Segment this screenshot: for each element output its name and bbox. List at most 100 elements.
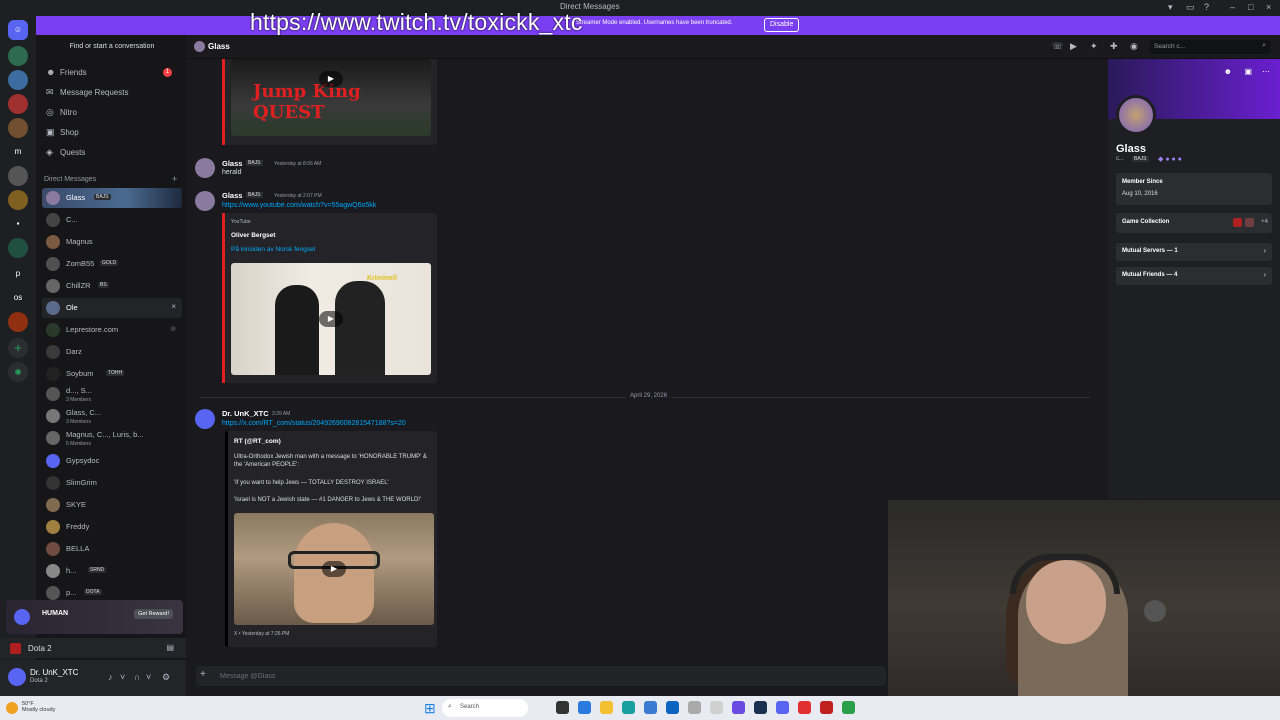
app-icon[interactable] xyxy=(644,701,657,714)
discover-icon[interactable]: ◉ xyxy=(8,362,28,382)
dm-item[interactable]: Glass BAJS xyxy=(42,188,182,208)
inbox-icon[interactable]: ▾ xyxy=(1168,2,1173,13)
chevron-down-icon[interactable]: ˅ xyxy=(146,672,151,682)
server-icon[interactable]: m xyxy=(8,142,28,162)
task-view-icon[interactable] xyxy=(556,701,569,714)
app-icon[interactable] xyxy=(842,701,855,714)
server-icon[interactable] xyxy=(8,118,28,138)
add-friend-icon[interactable]: ☻ xyxy=(1224,67,1232,76)
dm-item[interactable]: ZomB55 GOLD xyxy=(42,254,182,274)
start-icon[interactable]: ⊞ xyxy=(424,700,436,717)
app-icon[interactable] xyxy=(666,701,679,714)
dm-item[interactable]: SKYE xyxy=(42,495,182,515)
message-author[interactable]: Glass xyxy=(222,191,242,200)
server-icon[interactable] xyxy=(8,190,28,210)
message-author[interactable]: Glass xyxy=(222,159,242,168)
app-icon[interactable] xyxy=(710,701,723,714)
video-thumbnail[interactable]: Jump King QUEST ▶ xyxy=(231,59,431,136)
message-link[interactable]: https://www.youtube.com/watch?v=55agwQ6o… xyxy=(222,202,376,209)
weather-widget[interactable]: 50°F Mostly cloudy xyxy=(22,701,55,713)
dm-group-item[interactable]: Glass, C... 3 Members xyxy=(42,406,182,426)
search-input[interactable]: Search c... ⌕ xyxy=(1150,40,1270,54)
dm-item[interactable]: Gypsydoc xyxy=(42,451,182,471)
game-collection[interactable]: Game Collection +4 xyxy=(1116,213,1272,233)
nav-nitro[interactable]: ◎ Nitro xyxy=(44,104,182,122)
play-icon[interactable]: ▶ xyxy=(319,311,343,327)
embed-author[interactable]: Oliver Bergset xyxy=(231,232,275,239)
phone-icon[interactable]: ☏ xyxy=(1052,41,1063,52)
add-attachment-icon[interactable]: + xyxy=(200,669,206,680)
nav-quests[interactable]: ◈ Quests xyxy=(44,144,182,162)
activity-icon[interactable]: ▤ xyxy=(166,643,174,652)
play-icon[interactable]: ▶ xyxy=(322,561,346,577)
download-icon[interactable]: ▭ xyxy=(1186,2,1195,13)
edge-icon[interactable] xyxy=(622,701,635,714)
mutual-friends[interactable]: Mutual Friends — 4 › xyxy=(1116,267,1272,285)
server-icon[interactable] xyxy=(8,238,28,258)
taskbar-search[interactable]: ⌕ Search xyxy=(442,699,528,717)
dm-item[interactable]: Ole × xyxy=(42,298,182,318)
message-link[interactable]: https://x.com/RT_com/status/204926900828… xyxy=(222,420,406,427)
app-icon[interactable] xyxy=(578,701,591,714)
play-icon[interactable]: ▶ xyxy=(319,71,343,87)
discord-icon[interactable] xyxy=(776,701,789,714)
server-icon[interactable]: os xyxy=(8,288,28,308)
dm-group-item[interactable]: Magnus, C..., Luris, b... 5 Members xyxy=(42,428,182,448)
avatar[interactable] xyxy=(195,158,215,178)
avatar[interactable] xyxy=(195,191,215,211)
mutual-servers[interactable]: Mutual Servers — 1 › xyxy=(1116,243,1272,261)
embed-title[interactable]: På innsiden av Norsk fengsel xyxy=(231,246,315,253)
dm-item[interactable]: ChillZR BS xyxy=(42,276,182,296)
chevron-down-icon[interactable]: ˅ xyxy=(120,672,125,682)
gear-icon[interactable]: ⚙ xyxy=(162,672,170,683)
maximize-icon[interactable]: □ xyxy=(1248,2,1253,12)
help-icon[interactable]: ? xyxy=(1204,2,1209,12)
find-conversation-button[interactable]: Find or start a conversation xyxy=(42,40,182,54)
dm-home-icon[interactable]: ☺ xyxy=(8,20,28,40)
avatar[interactable] xyxy=(195,409,215,429)
get-reward-button[interactable]: Get Reward! xyxy=(134,609,173,619)
server-icon[interactable]: p xyxy=(8,264,28,284)
activity-bar[interactable]: Dota 2 ▤ xyxy=(0,638,186,658)
video-icon[interactable]: ▶ xyxy=(1070,41,1077,52)
server-icon[interactable] xyxy=(8,46,28,66)
video-thumbnail[interactable]: Kriminell ▶ xyxy=(231,263,431,375)
close-icon[interactable]: × xyxy=(1266,2,1271,12)
quest-card[interactable]: HUMAN Get Reward! xyxy=(6,600,183,634)
dm-item[interactable]: C... xyxy=(42,210,182,230)
dm-item[interactable]: BELLA xyxy=(42,539,182,559)
app-icon[interactable] xyxy=(688,701,701,714)
message-icon[interactable]: ▣ xyxy=(1244,67,1252,76)
video-thumbnail[interactable]: ▶ xyxy=(234,513,434,625)
server-icon[interactable] xyxy=(8,312,28,332)
nav-shop[interactable]: ▣ Shop xyxy=(44,124,182,142)
dm-group-item[interactable]: d..., S... 3 Members xyxy=(42,384,182,404)
weather-icon[interactable] xyxy=(6,702,18,714)
dm-item[interactable]: Darz xyxy=(42,342,182,362)
more-icon[interactable]: ⋯ xyxy=(1262,67,1270,76)
server-icon[interactable]: ▪ xyxy=(8,214,28,234)
new-dm-plus-icon[interactable]: + xyxy=(172,174,177,184)
nav-friends[interactable]: ☻ Friends 1 xyxy=(44,64,182,82)
steam-icon[interactable] xyxy=(754,701,767,714)
dm-item[interactable]: SlimGrim xyxy=(42,473,182,493)
add-server-icon[interactable]: + xyxy=(8,338,28,358)
profile-icon[interactable]: ◉ xyxy=(1130,41,1138,52)
message-input[interactable] xyxy=(220,669,820,683)
headphones-icon[interactable]: ∩ xyxy=(134,672,140,682)
pin-icon[interactable]: ✦ xyxy=(1090,41,1098,52)
nav-message-requests[interactable]: ✉ Message Requests xyxy=(44,84,182,102)
file-explorer-icon[interactable] xyxy=(600,701,613,714)
opera-icon[interactable] xyxy=(798,701,811,714)
server-icon[interactable] xyxy=(8,94,28,114)
dm-item[interactable]: Soybum TOHH xyxy=(42,364,182,384)
server-icon[interactable] xyxy=(8,166,28,186)
add-friend-icon[interactable]: ✚ xyxy=(1110,41,1118,52)
minimize-icon[interactable]: – xyxy=(1230,2,1235,12)
app-icon[interactable] xyxy=(732,701,745,714)
dm-item[interactable]: Freddy xyxy=(42,517,182,537)
dm-item[interactable]: Magnus xyxy=(42,232,182,252)
message-author[interactable]: Dr. UnK_XTC xyxy=(222,409,269,418)
disable-button[interactable]: Disable xyxy=(764,18,800,32)
microphone-icon[interactable]: ♪ xyxy=(108,672,113,682)
